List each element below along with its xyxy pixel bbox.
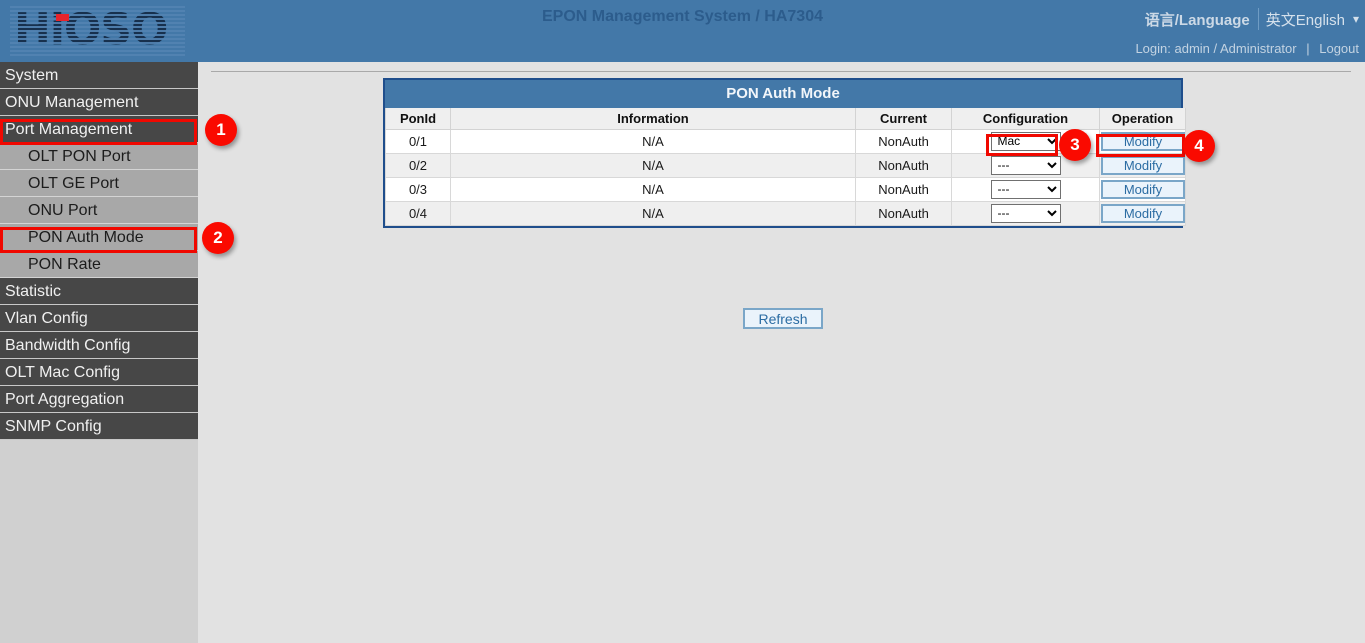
pon-auth-table: PonId Information Current Configuration … (385, 108, 1186, 226)
language-current-value: 英文English (1266, 9, 1345, 30)
configuration-select[interactable]: ---MacLoidLoidPasswordNonAuth (991, 204, 1061, 223)
column-header-operation: Operation (1100, 108, 1186, 129)
login-user-text: Login: admin / Administrator (1135, 41, 1296, 56)
logo-accent-bar (56, 14, 69, 21)
language-divider (1258, 8, 1259, 30)
sidebar-item-olt-mac-config[interactable]: OLT Mac Config (0, 359, 198, 386)
refresh-button[interactable]: Refresh (743, 308, 823, 329)
logout-link[interactable]: Logout (1319, 41, 1359, 56)
modify-button[interactable]: Modify (1101, 180, 1185, 199)
sidebar-item-bandwidth-config[interactable]: Bandwidth Config (0, 332, 198, 359)
cell-current: NonAuth (856, 177, 952, 201)
sidebar-item-onu-management[interactable]: ONU Management (0, 89, 198, 116)
cell-ponid: 0/2 (386, 153, 451, 177)
sidebar-item-olt-pon-port[interactable]: OLT PON Port (0, 143, 198, 170)
column-header-current: Current (856, 108, 952, 129)
sidebar-nav: System ONU Management Port Management OL… (0, 62, 198, 643)
table-row: 0/4 N/A NonAuth ---MacLoidLoidPasswordNo… (386, 201, 1186, 225)
sidebar-item-onu-port[interactable]: ONU Port (0, 197, 198, 224)
page-header: HiOSO EPON Management System / HA7304 语言… (0, 0, 1365, 62)
cell-information: N/A (451, 177, 856, 201)
cell-operation: Modify (1100, 153, 1186, 177)
sidebar-item-pon-rate[interactable]: PON Rate (0, 251, 198, 278)
step-badge-3: 3 (1059, 129, 1091, 161)
step-badge-1: 1 (205, 114, 237, 146)
cell-information: N/A (451, 201, 856, 225)
sidebar-item-port-aggregation[interactable]: Port Aggregation (0, 386, 198, 413)
configuration-select[interactable]: ---MacLoidLoidPasswordNonAuth (991, 180, 1061, 199)
sidebar-item-olt-ge-port[interactable]: OLT GE Port (0, 170, 198, 197)
chevron-down-icon: ▾ (1353, 12, 1359, 26)
step-badge-4: 4 (1183, 130, 1215, 162)
language-dropdown[interactable]: 英文English ▾ (1266, 9, 1359, 30)
cell-operation: Modify (1100, 201, 1186, 225)
cell-current: NonAuth (856, 153, 952, 177)
cell-ponid: 0/4 (386, 201, 451, 225)
panel-title: PON Auth Mode (385, 80, 1181, 108)
language-label: 语言/Language (1145, 9, 1250, 30)
configuration-select[interactable]: ---MacLoidLoidPasswordNonAuth (991, 156, 1061, 175)
cell-operation: Modify (1100, 177, 1186, 201)
table-header-row: PonId Information Current Configuration … (386, 108, 1186, 129)
modify-button[interactable]: Modify (1101, 132, 1185, 151)
cell-ponid: 0/1 (386, 129, 451, 153)
cell-information: N/A (451, 129, 856, 153)
column-header-ponid: PonId (386, 108, 451, 129)
content-top-rule (211, 71, 1351, 72)
cell-configuration: ---MacLoidLoidPasswordNonAuth (952, 201, 1100, 225)
sidebar-item-snmp-config[interactable]: SNMP Config (0, 413, 198, 440)
step-badge-2: 2 (202, 222, 234, 254)
sidebar-item-vlan-config[interactable]: Vlan Config (0, 305, 198, 332)
cell-configuration: ---MacLoidLoidPasswordNonAuth (952, 177, 1100, 201)
cell-information: N/A (451, 153, 856, 177)
language-selector[interactable]: 语言/Language 英文English ▾ (1145, 6, 1359, 32)
column-header-information: Information (451, 108, 856, 129)
sidebar-item-statistic[interactable]: Statistic (0, 278, 198, 305)
cell-current: NonAuth (856, 129, 952, 153)
login-status: Login: admin / Administrator | Logout (1135, 41, 1359, 56)
refresh-area: Refresh (383, 308, 1183, 329)
sidebar-item-system[interactable]: System (0, 62, 198, 89)
sidebar-item-port-management[interactable]: Port Management (0, 116, 198, 143)
login-separator: | (1300, 41, 1315, 56)
table-row: 0/3 N/A NonAuth ---MacLoidLoidPasswordNo… (386, 177, 1186, 201)
cell-current: NonAuth (856, 201, 952, 225)
sidebar-item-pon-auth-mode[interactable]: PON Auth Mode (0, 224, 198, 251)
cell-operation: Modify (1100, 129, 1186, 153)
modify-button[interactable]: Modify (1101, 204, 1185, 223)
column-header-configuration: Configuration (952, 108, 1100, 129)
modify-button[interactable]: Modify (1101, 156, 1185, 175)
cell-ponid: 0/3 (386, 177, 451, 201)
configuration-select[interactable]: ---MacLoidLoidPasswordNonAuth (991, 132, 1061, 151)
